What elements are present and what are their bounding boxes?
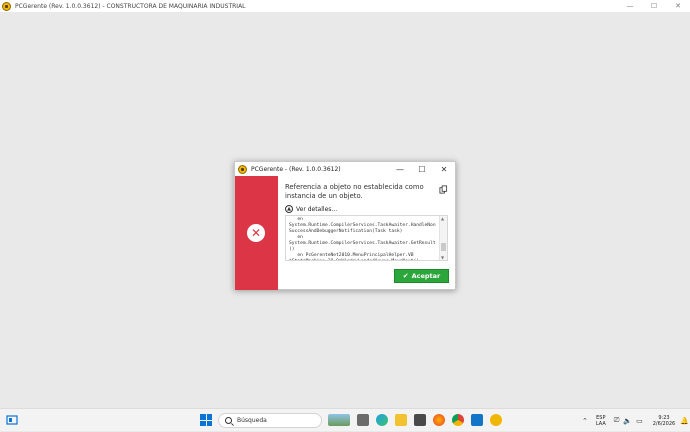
network-icon[interactable]: ⎚ — [614, 416, 620, 425]
details-textbox[interactable]: en System.Runtime.CompilerServices.TaskA… — [285, 215, 448, 261]
battery-icon[interactable]: ▭ — [636, 417, 643, 425]
stack-trace-text: en System.Runtime.CompilerServices.TaskA… — [289, 217, 436, 260]
view-details-toggle[interactable]: ▲ Ver detalles... — [285, 205, 337, 213]
taskbar-search[interactable]: Búsqueda — [218, 413, 322, 428]
accept-button[interactable]: ✔ Aceptar — [394, 269, 449, 283]
error-dialog: PCGerente - (Rev. 1.0.0.3612) — ☐ ✕ ✕ Re… — [234, 161, 456, 290]
check-icon: ✔ — [402, 272, 409, 280]
dialog-close-button[interactable]: ✕ — [433, 162, 455, 176]
landscape-widget-icon[interactable] — [328, 414, 350, 426]
edge-icon[interactable] — [376, 414, 388, 426]
dialog-titlebar: PCGerente - (Rev. 1.0.0.3612) — ☐ ✕ — [235, 162, 455, 176]
taskbar: Búsqueda ⌃ ESP LAA ⎚ 🔈 ▭ 9:23 2/6/2026 🔔 — [0, 408, 690, 431]
chevron-up-icon: ▲ — [285, 205, 293, 213]
dialog-maximize-button[interactable]: ☐ — [411, 162, 433, 176]
maximize-button[interactable]: ☐ — [642, 0, 666, 12]
mail-icon[interactable] — [471, 414, 483, 426]
widgets-icon[interactable] — [6, 414, 18, 426]
error-x-icon: ✕ — [247, 224, 265, 242]
close-button[interactable]: ✕ — [666, 0, 690, 12]
search-placeholder: Búsqueda — [237, 417, 267, 424]
scrollbar-thumb[interactable] — [441, 243, 446, 251]
error-side-panel: ✕ — [235, 176, 278, 290]
language-indicator[interactable]: ESP LAA — [596, 415, 606, 427]
system-tray: ⌃ ESP LAA ⎚ 🔈 ▭ 9:23 2/6/2026 🔔 — [582, 409, 690, 432]
dialog-app-logo-icon — [238, 164, 247, 174]
scroll-down-icon[interactable]: ▼ — [441, 255, 444, 260]
main-window-titlebar: PCGerente (Rev. 1.0.0.3612) - CONSTRUCTO… — [0, 0, 690, 12]
copy-icon[interactable] — [439, 185, 448, 194]
main-window-title: PCGerente (Rev. 1.0.0.3612) - CONSTRUCTO… — [15, 2, 246, 10]
chevron-up-tray-icon[interactable]: ⌃ — [582, 417, 588, 425]
clock-date: 2/6/2026 — [652, 420, 676, 427]
clock[interactable]: 9:23 2/6/2026 — [653, 415, 675, 427]
files-icon[interactable] — [357, 414, 369, 426]
search-icon — [225, 417, 232, 424]
error-message: Referencia a objeto no establecida como … — [285, 183, 424, 200]
windows-start-icon[interactable] — [200, 414, 212, 426]
view-details-label: Ver detalles... — [296, 205, 338, 213]
file-explorer-icon[interactable] — [395, 414, 407, 426]
firefox-icon[interactable] — [433, 414, 445, 426]
pcgerente-icon[interactable] — [490, 414, 502, 426]
chrome-icon[interactable] — [452, 414, 464, 426]
calculator-icon[interactable] — [414, 414, 426, 426]
accept-label: Aceptar — [411, 272, 441, 280]
dialog-title: PCGerente - (Rev. 1.0.0.3612) — [251, 165, 341, 173]
notification-bell-icon[interactable]: 🔔 — [680, 417, 689, 425]
dialog-controls: — ☐ ✕ — [389, 162, 455, 176]
scroll-up-icon[interactable]: ▲ — [441, 216, 444, 221]
dialog-minimize-button[interactable]: — — [389, 162, 411, 176]
minimize-button[interactable]: — — [618, 0, 642, 12]
main-window-controls: — ☐ ✕ — [618, 0, 690, 12]
app-logo-icon — [2, 1, 11, 11]
details-scrollbar[interactable]: ▲ ▼ — [439, 216, 447, 260]
pinned-apps — [328, 414, 509, 426]
volume-icon[interactable]: 🔈 — [623, 417, 632, 425]
